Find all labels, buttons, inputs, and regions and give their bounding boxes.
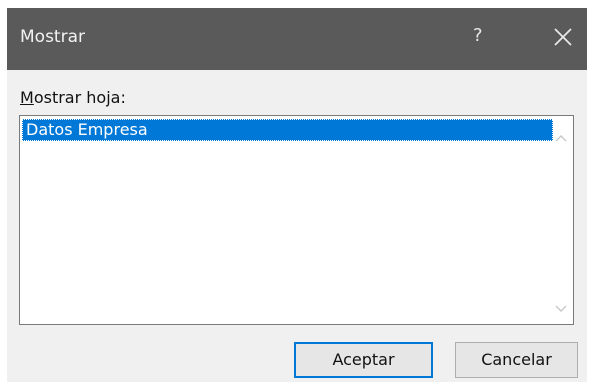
label-rest: ostrar hoja:	[33, 88, 126, 107]
label-mnemonic: M	[20, 88, 34, 107]
close-button[interactable]	[551, 25, 575, 49]
cancel-button[interactable]: Cancelar	[455, 342, 578, 378]
close-icon	[554, 28, 572, 46]
scroll-down-button[interactable]	[553, 300, 569, 316]
dialog-title: Mostrar	[20, 27, 85, 47]
show-sheet-dialog: Mostrar ? Mostrar hoja: Datos Empresa Ac…	[7, 8, 587, 382]
scroll-up-button[interactable]	[553, 131, 569, 147]
list-item-datos-empresa[interactable]: Datos Empresa	[22, 119, 553, 141]
title-bar: Mostrar ?	[7, 8, 587, 70]
screen: Mostrar ? Mostrar hoja: Datos Empresa Ac…	[0, 0, 595, 390]
chevron-down-icon	[555, 305, 567, 312]
help-button[interactable]: ?	[473, 25, 483, 46]
ok-button[interactable]: Aceptar	[294, 342, 433, 378]
chevron-up-icon	[555, 135, 567, 142]
sheet-listbox[interactable]: Datos Empresa	[19, 115, 574, 325]
show-sheet-label: Mostrar hoja:	[20, 88, 126, 107]
